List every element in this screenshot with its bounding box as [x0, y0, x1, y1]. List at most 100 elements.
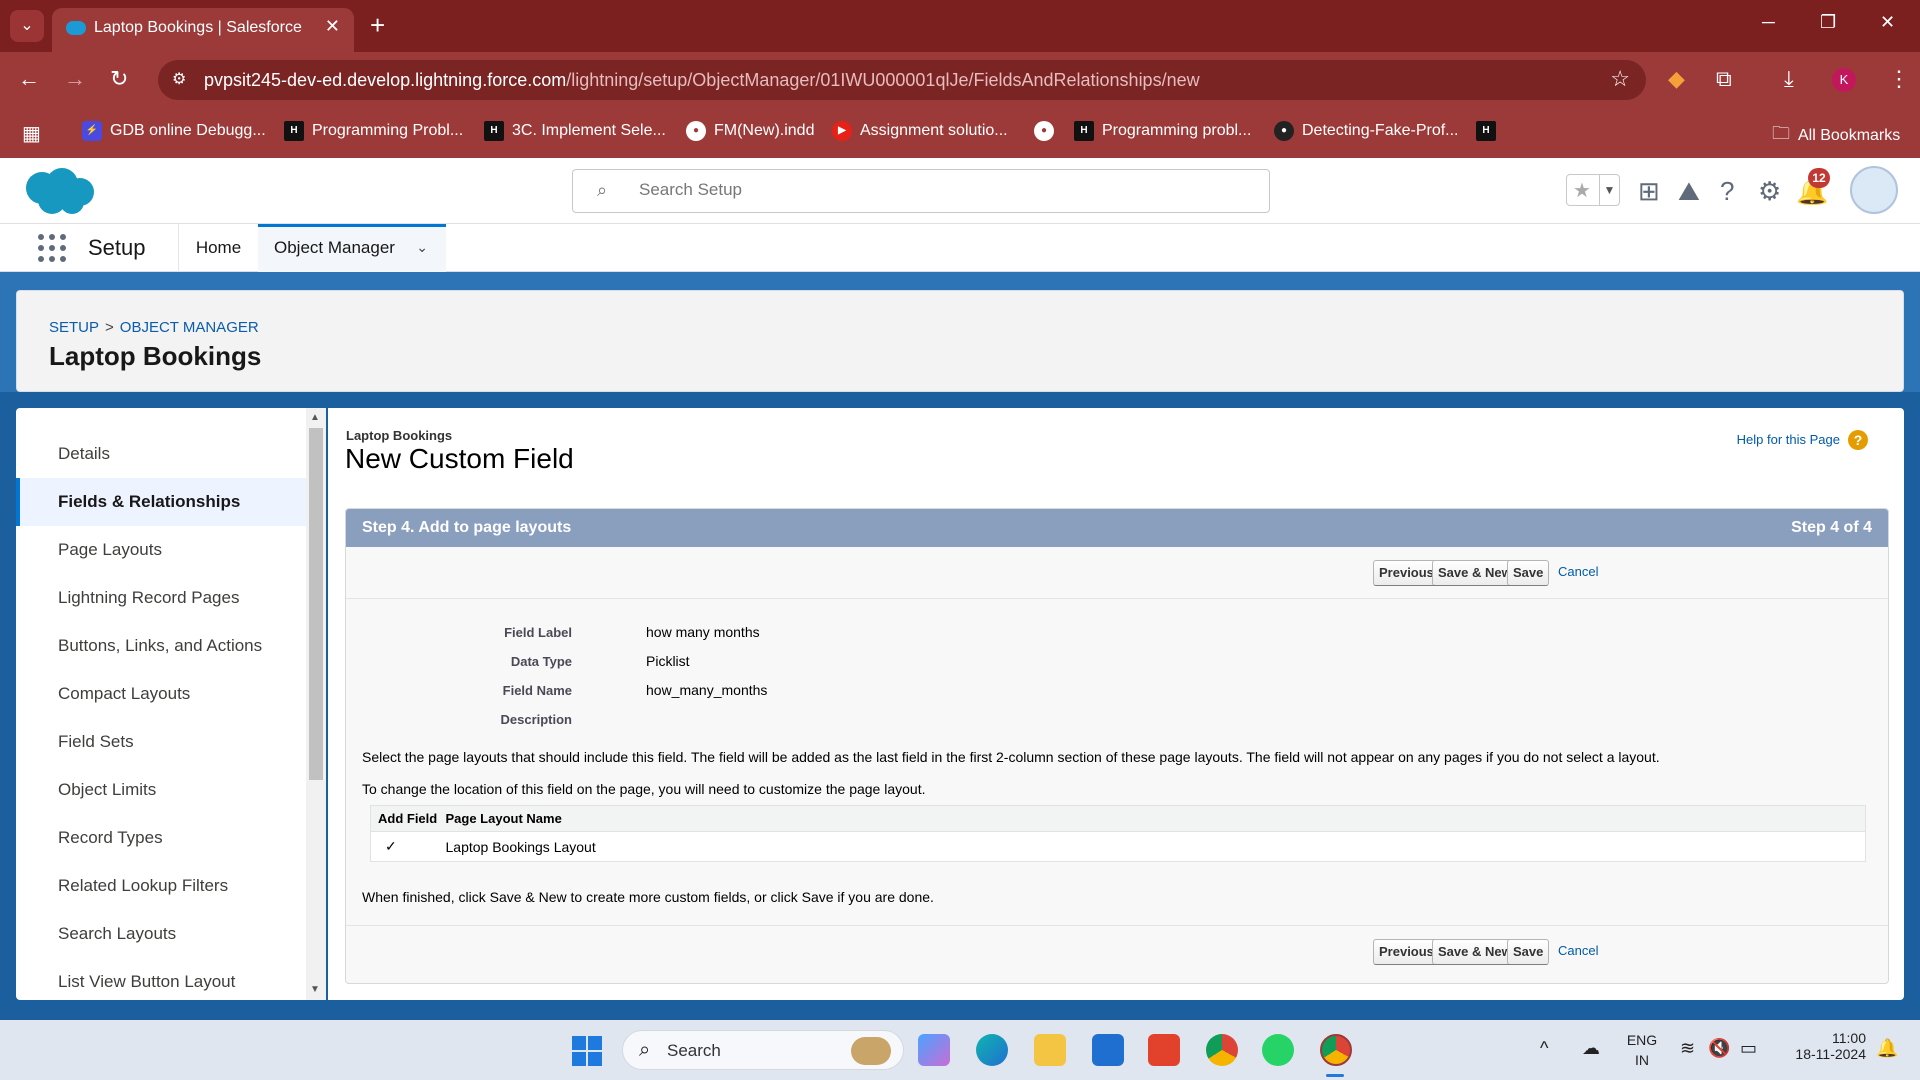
sidebar-item-details[interactable]: Details: [16, 430, 306, 478]
bookmark-item[interactable]: ▶ Assignment solutio...: [832, 121, 1008, 141]
bookmark-item[interactable]: H 3C. Implement Sele...: [484, 121, 666, 141]
microsoft-store-icon[interactable]: [1092, 1034, 1124, 1066]
chrome-profile-icon[interactable]: [1320, 1034, 1352, 1066]
show-hidden-icons-icon[interactable]: ^: [1540, 1038, 1548, 1059]
chevron-down-icon[interactable]: ⌄: [416, 239, 428, 256]
bookmark-item[interactable]: H Programming Probl...: [284, 121, 463, 141]
browser-tab-active[interactable]: Laptop Bookings | Salesforce ✕: [52, 8, 354, 52]
bookmark-item[interactable]: H: [1476, 121, 1496, 141]
bookmark-item[interactable]: ●: [1034, 121, 1054, 141]
bookmark-item[interactable]: ⚡ GDB online Debugg...: [82, 121, 266, 141]
favorites-dropdown-icon[interactable]: ▼: [1599, 175, 1619, 205]
language-indicator[interactable]: ENG: [1622, 1032, 1662, 1048]
onedrive-icon[interactable]: ☁: [1582, 1038, 1600, 1059]
trailhead-icon[interactable]: ⛰: [1678, 176, 1700, 208]
save-button[interactable]: Save: [1507, 560, 1550, 586]
previous-button[interactable]: Previous: [1373, 939, 1440, 965]
sidebar-item-list-view-button-layout[interactable]: List View Button Layout: [16, 958, 306, 1000]
bookmark-item[interactable]: ● FM(New).indd: [686, 121, 814, 141]
sidebar-item-buttons-links-actions[interactable]: Buttons, Links, and Actions: [16, 622, 306, 670]
reload-icon[interactable]: ↻: [110, 66, 128, 92]
volume-muted-icon[interactable]: 🔇: [1708, 1038, 1730, 1059]
tab-search-button[interactable]: ⌄: [10, 10, 44, 42]
sidebar-item-record-types[interactable]: Record Types: [16, 814, 306, 862]
top-button-row: Previous Save & New Save Cancel: [346, 547, 1888, 599]
global-actions-icon[interactable]: ⊞: [1638, 176, 1660, 207]
user-avatar[interactable]: [1850, 166, 1898, 214]
sidebar-item-compact-layouts[interactable]: Compact Layouts: [16, 670, 306, 718]
forward-icon[interactable]: →: [64, 66, 86, 92]
search-icon: ⌕: [639, 1039, 651, 1061]
sidebar-item-object-limits[interactable]: Object Limits: [16, 766, 306, 814]
previous-button[interactable]: Previous: [1373, 560, 1440, 586]
folder-icon: 🗀: [1772, 123, 1790, 143]
browser-menu-icon[interactable]: ⋮: [1888, 66, 1910, 92]
cancel-link[interactable]: Cancel: [1558, 943, 1598, 958]
back-icon[interactable]: ←: [18, 66, 40, 92]
windows-start-icon[interactable]: [572, 1036, 602, 1066]
notification-center-icon[interactable]: 🔔: [1876, 1038, 1898, 1059]
help-icon[interactable]: ?: [1720, 176, 1734, 207]
site-info-icon[interactable]: ⚙: [172, 69, 186, 89]
wifi-icon[interactable]: ≋: [1680, 1038, 1695, 1059]
sidebar-item-lightning-record-pages[interactable]: Lightning Record Pages: [16, 574, 306, 622]
bookmark-item[interactable]: H Programming probl...: [1074, 121, 1251, 141]
nav-tab-home[interactable]: Home: [178, 224, 258, 272]
chrome-icon[interactable]: [1206, 1034, 1238, 1066]
scroll-down-icon[interactable]: ▼: [310, 984, 320, 995]
field-name-value: how_many_months: [646, 682, 768, 698]
github-icon: ●: [1274, 121, 1294, 141]
cancel-link[interactable]: Cancel: [1558, 564, 1598, 579]
save-button[interactable]: Save: [1507, 939, 1550, 965]
sidebar-item-fields-relationships[interactable]: Fields & Relationships: [16, 478, 306, 526]
window-close-icon[interactable]: ✕: [1880, 12, 1895, 33]
sidebar-item-search-layouts[interactable]: Search Layouts: [16, 910, 306, 958]
bookmark-star-icon[interactable]: ☆: [1610, 66, 1630, 92]
tab-close-icon[interactable]: ✕: [325, 16, 340, 37]
favorites-button[interactable]: ★ ▼: [1566, 174, 1620, 206]
step-counter: Step 4 of 4: [1791, 519, 1872, 536]
extensions-icon[interactable]: ⧉: [1716, 66, 1732, 92]
apps-grid-icon[interactable]: ▦: [22, 121, 41, 146]
nav-tab-object-manager[interactable]: Object Manager ⌄: [258, 224, 446, 272]
taskbar-search[interactable]: ⌕ Search: [622, 1030, 904, 1070]
app-launcher-icon[interactable]: [38, 234, 66, 262]
save-new-button[interactable]: Save & New: [1432, 560, 1518, 586]
breadcrumb-setup-link[interactable]: SETUP: [49, 319, 99, 336]
scrollbar-thumb[interactable]: [309, 428, 323, 780]
file-explorer-icon[interactable]: [1034, 1034, 1066, 1066]
download-icon[interactable]: ⤓: [1784, 66, 1794, 92]
search-setup-input[interactable]: [639, 180, 1239, 200]
url-input[interactable]: ⚙ pvpsit245-dev-ed.develop.lightning.for…: [158, 60, 1646, 100]
setup-search-box[interactable]: ⌕: [572, 169, 1270, 213]
bookmark-item[interactable]: ● Detecting-Fake-Prof...: [1274, 121, 1459, 141]
breadcrumb-object-manager-link[interactable]: OBJECT MANAGER: [120, 319, 259, 336]
whatsapp-icon[interactable]: [1262, 1034, 1294, 1066]
new-tab-button[interactable]: +: [370, 10, 385, 41]
region-indicator[interactable]: IN: [1622, 1052, 1662, 1068]
star-icon[interactable]: ★: [1573, 178, 1591, 203]
salesforce-logo-icon[interactable]: [22, 166, 96, 218]
help-question-icon[interactable]: ?: [1848, 430, 1868, 450]
setup-gear-icon[interactable]: ⚙: [1758, 176, 1781, 207]
battery-icon[interactable]: ▭: [1740, 1038, 1757, 1059]
save-new-button[interactable]: Save & New: [1432, 939, 1518, 965]
sidebar-scrollbar[interactable]: ▲ ▼: [306, 408, 326, 1000]
edge-icon[interactable]: [976, 1034, 1008, 1066]
bottom-button-row: Previous Save & New Save Cancel: [346, 925, 1888, 977]
sidebar-item-page-layouts[interactable]: Page Layouts: [16, 526, 306, 574]
sidebar-item-field-sets[interactable]: Field Sets: [16, 718, 306, 766]
add-field-checkbox[interactable]: ✓: [371, 832, 439, 862]
metamask-extension-icon[interactable]: ◆: [1668, 66, 1685, 92]
copilot-icon[interactable]: [918, 1034, 950, 1066]
sidebar-item-related-lookup-filters[interactable]: Related Lookup Filters: [16, 862, 306, 910]
wps-office-icon[interactable]: [1148, 1034, 1180, 1066]
help-for-page-link[interactable]: Help for this Page: [1737, 432, 1840, 447]
minimize-icon[interactable]: ─: [1762, 12, 1775, 33]
all-bookmarks-button[interactable]: 🗀 All Bookmarks: [1772, 121, 1900, 151]
profile-avatar[interactable]: K: [1832, 68, 1856, 92]
hackerrank-icon: H: [1074, 121, 1094, 141]
restore-icon[interactable]: ❐: [1820, 12, 1836, 33]
scroll-up-icon[interactable]: ▲: [310, 412, 320, 423]
system-clock[interactable]: 11:00 18-11-2024: [1782, 1030, 1866, 1062]
